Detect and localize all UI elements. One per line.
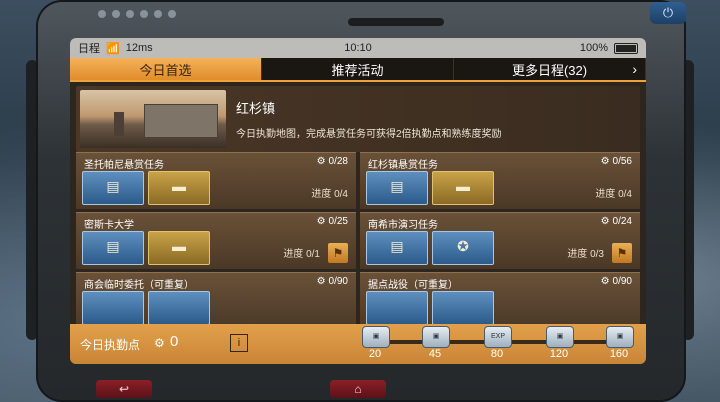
reward-cash-icon[interactable] xyxy=(148,291,210,325)
tab-today[interactable]: 今日首选 xyxy=(70,58,262,80)
task-progress: 进度 0/4 xyxy=(595,189,632,200)
chest-icon[interactable]: ▣ xyxy=(362,326,390,348)
duty-point-icon: ⚙ xyxy=(600,216,610,227)
duty-point-icon: ⚙ xyxy=(600,156,610,167)
tab-label: 更多日程(32) xyxy=(511,62,588,78)
back-button[interactable]: ↩ xyxy=(96,380,152,398)
reward-gold-icon[interactable]: ▬ xyxy=(148,231,210,265)
duty-point-icon: ⚙ xyxy=(316,276,326,287)
tab-more-schedule[interactable]: 更多日程(32) › xyxy=(454,58,646,80)
reward-document-icon[interactable]: ▤ xyxy=(366,231,428,265)
tab-recommended[interactable]: 推荐活动 xyxy=(262,58,454,80)
reward-item-icon[interactable] xyxy=(432,291,494,325)
task-title: 据点战役（可重复） xyxy=(368,280,458,291)
frame-slot xyxy=(348,18,444,26)
task-progress: 进度 0/1 xyxy=(283,249,320,260)
task-count: ⚙ 0/90 xyxy=(316,276,348,287)
task-title: 南希市演习任务 xyxy=(368,220,438,231)
task-title: 红杉镇悬赏任务 xyxy=(368,160,438,171)
task-progress: 进度 0/3 xyxy=(567,249,604,260)
chest-icon[interactable]: ▣ xyxy=(546,326,574,348)
task-card[interactable]: 红杉镇悬赏任务 ⚙ 0/56 ▤ ▬ 进度 0/4 xyxy=(360,152,640,209)
task-card[interactable]: 南希市演习任务 ⚙ 0/24 ▤ ✪ 进度 0/3 ⚑ xyxy=(360,212,640,269)
duty-points-label: 今日执勤点 xyxy=(80,338,141,352)
task-count: ⚙ 0/28 xyxy=(316,156,348,167)
reward-gold-icon[interactable]: ▬ xyxy=(432,171,494,205)
go-flag-icon[interactable]: ⚑ xyxy=(612,243,632,263)
map-description: 今日执勤地图，完成悬赏任务可获得2倍执勤点和熟练度奖励 xyxy=(236,129,502,140)
task-card[interactable]: 圣托帕尼悬赏任务 ⚙ 0/28 ▤ ▬ 进度 0/4 xyxy=(76,152,356,209)
featured-map-banner[interactable]: 红杉镇 今日执勤地图，完成悬赏任务可获得2倍执勤点和熟练度奖励 xyxy=(76,86,640,152)
screen: 日程 📶 12ms 10:10 100% 今日首选 推荐活动 更多日程(32) … xyxy=(70,38,646,364)
duty-point-icon: ⚙ xyxy=(316,156,326,167)
chevron-right-icon[interactable]: › xyxy=(632,61,637,77)
task-card[interactable]: 密斯卡大学 ⚙ 0/25 ▤ ▬ 进度 0/1 ⚑ xyxy=(76,212,356,269)
power-icon[interactable]: ⏻ xyxy=(650,2,686,24)
task-count: ⚙ 0/90 xyxy=(600,276,632,287)
milestone-value: 80 xyxy=(490,348,504,360)
task-progress: 进度 0/4 xyxy=(311,189,348,200)
tab-label: 今日首选 xyxy=(139,62,192,78)
duty-point-icon: ⚙ xyxy=(154,336,165,350)
info-button[interactable]: i xyxy=(230,334,248,352)
reward-document-icon[interactable]: ▤ xyxy=(82,171,144,205)
chest-icon[interactable]: ▣ xyxy=(422,326,450,348)
milestone-value: 120 xyxy=(549,348,569,360)
reward-item-icon[interactable] xyxy=(366,291,428,325)
reward-document-icon[interactable]: ▤ xyxy=(82,231,144,265)
task-count: ⚙ 0/24 xyxy=(600,216,632,227)
battery-icon xyxy=(614,42,638,54)
task-card[interactable]: 据点战役（可重复） ⚙ 0/90 xyxy=(360,272,640,329)
home-button[interactable]: ⌂ xyxy=(330,380,386,398)
milestone-value: 45 xyxy=(428,348,442,360)
reward-document-icon[interactable] xyxy=(82,291,144,325)
duty-points-value: 0 xyxy=(170,333,179,350)
status-bar: 日程 📶 12ms 10:10 100% xyxy=(70,38,646,58)
task-count: ⚙ 0/56 xyxy=(600,156,632,167)
duty-points-bar: 今日执勤点 ⚙ 0 i ▣ 20 ▣ 45 EXP 80 ▣ 120 ▣ 160 xyxy=(70,324,646,364)
speaker-dots xyxy=(98,10,176,18)
task-title: 圣托帕尼悬赏任务 xyxy=(84,160,164,171)
task-title: 商会临时委托（可重复） xyxy=(84,280,194,291)
reward-document-icon[interactable]: ▤ xyxy=(366,171,428,205)
tab-bar: 今日首选 推荐活动 更多日程(32) › xyxy=(70,58,646,82)
task-count: ⚙ 0/25 xyxy=(316,216,348,227)
chest-icon[interactable]: ▣ xyxy=(606,326,634,348)
clock: 10:10 xyxy=(344,42,372,54)
task-card[interactable]: 商会临时委托（可重复） ⚙ 0/90 xyxy=(76,272,356,329)
milestone-value: 160 xyxy=(609,348,629,360)
milestone-value: 20 xyxy=(368,348,382,360)
map-title: 红杉镇 xyxy=(236,101,276,116)
go-flag-icon[interactable]: ⚑ xyxy=(328,243,348,263)
exp-chest-icon[interactable]: EXP xyxy=(484,326,512,348)
tab-label: 推荐活动 xyxy=(331,62,384,78)
reward-gold-icon[interactable]: ▬ xyxy=(148,171,210,205)
duty-point-icon: ⚙ xyxy=(316,216,326,227)
reward-badge-icon[interactable]: ✪ xyxy=(432,231,494,265)
duty-point-icon: ⚙ xyxy=(600,276,610,287)
task-title: 密斯卡大学 xyxy=(84,220,134,231)
map-thumbnail xyxy=(80,90,226,148)
